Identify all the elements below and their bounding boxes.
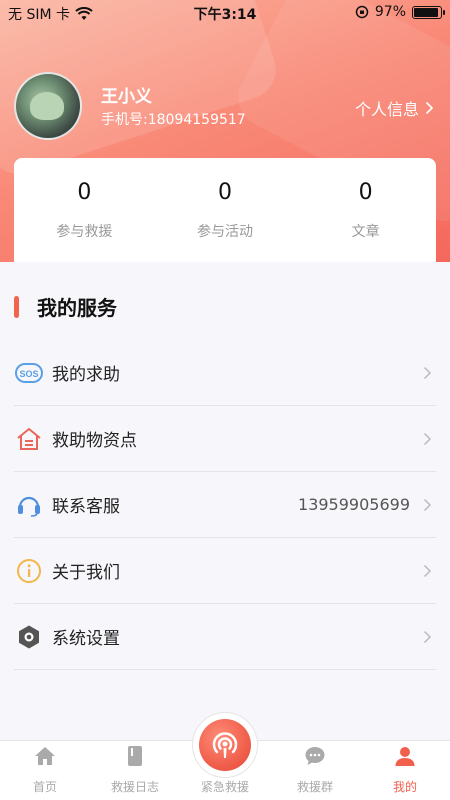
tab-label: 我的 [392,780,417,794]
stat-value: 0 [218,180,232,205]
user-name: 王小义 [101,87,152,107]
settings-icon [14,622,44,652]
stat-value: 0 [77,180,92,205]
chevron-right-icon [423,498,432,511]
chevron-right-icon [425,101,434,115]
chat-icon [305,747,325,765]
stat-value: 0 [358,180,373,205]
headset-icon [14,490,44,520]
chevron-right-icon [423,630,432,643]
tab-home[interactable]: 首页 [0,741,90,800]
personal-info-link[interactable]: 个人信息 [355,96,434,120]
section-title-text: 我的服务 [37,296,117,320]
status-bar: 无 SIM 卡 下午3:14 97% [0,0,450,26]
services-menu: SOS 我的求助 救助物资点 联系客服 13959905699 关于我们 系统设… [14,340,436,670]
tab-label: 首页 [32,780,57,794]
battery-percent: 97% [374,4,406,20]
home-icon [35,747,55,765]
menu-label: 救助物资点 [52,431,137,451]
menu-item-customer-service[interactable]: 联系客服 13959905699 [14,472,436,538]
menu-item-settings[interactable]: 系统设置 [14,604,436,670]
stats-card: 0 参与救援 0 参与活动 0 文章 [14,158,436,270]
menu-item-about-us[interactable]: 关于我们 [14,538,436,604]
service-phone-number: 13959905699 [298,495,410,514]
emergency-rescue-button[interactable] [199,719,251,771]
tab-rescue-group[interactable]: 救援群 [270,741,360,800]
stat-rescues[interactable]: 0 参与救援 [14,158,155,270]
tab-label: 救援日志 [110,780,159,794]
info-icon [14,556,44,586]
battery-icon [412,5,445,19]
menu-label: 系统设置 [52,629,120,649]
chevron-right-icon [423,366,432,379]
tab-label: 救援群 [296,780,333,794]
services-section: 我的服务 SOS 我的求助 救助物资点 联系客服 13959905699 关于我… [0,262,450,740]
log-icon [128,746,142,766]
stat-articles[interactable]: 0 文章 [295,158,436,270]
tab-rescue-log[interactable]: 救援日志 [90,741,180,800]
stat-label: 文章 [351,224,380,240]
tab-label: 紧急救援 [200,780,249,794]
menu-label: 联系客服 [52,497,120,517]
section-accent-bar [14,295,19,318]
podcast-icon [212,732,238,758]
menu-label: 关于我们 [52,563,120,583]
menu-item-my-help[interactable]: SOS 我的求助 [14,340,436,406]
sos-icon: SOS [14,358,44,388]
stat-label: 参与活动 [197,224,253,240]
person-icon [395,747,415,766]
user-phone: 手机号:18094159517 [101,112,246,128]
menu-item-supply-points[interactable]: 救助物资点 [14,406,436,472]
warehouse-icon [14,424,44,454]
chevron-right-icon [423,432,432,445]
personal-info-label: 个人信息 [354,100,419,119]
chevron-right-icon [423,564,432,577]
stat-label: 参与救援 [56,224,113,240]
section-title: 我的服务 [0,292,117,321]
avatar[interactable] [14,72,82,140]
stat-activities[interactable]: 0 参与活动 [155,158,296,270]
tab-mine[interactable]: 我的 [360,741,450,800]
menu-label: 我的求助 [52,365,120,385]
rotation-lock-icon [355,5,369,19]
svg-text:SOS: SOS [19,369,38,379]
